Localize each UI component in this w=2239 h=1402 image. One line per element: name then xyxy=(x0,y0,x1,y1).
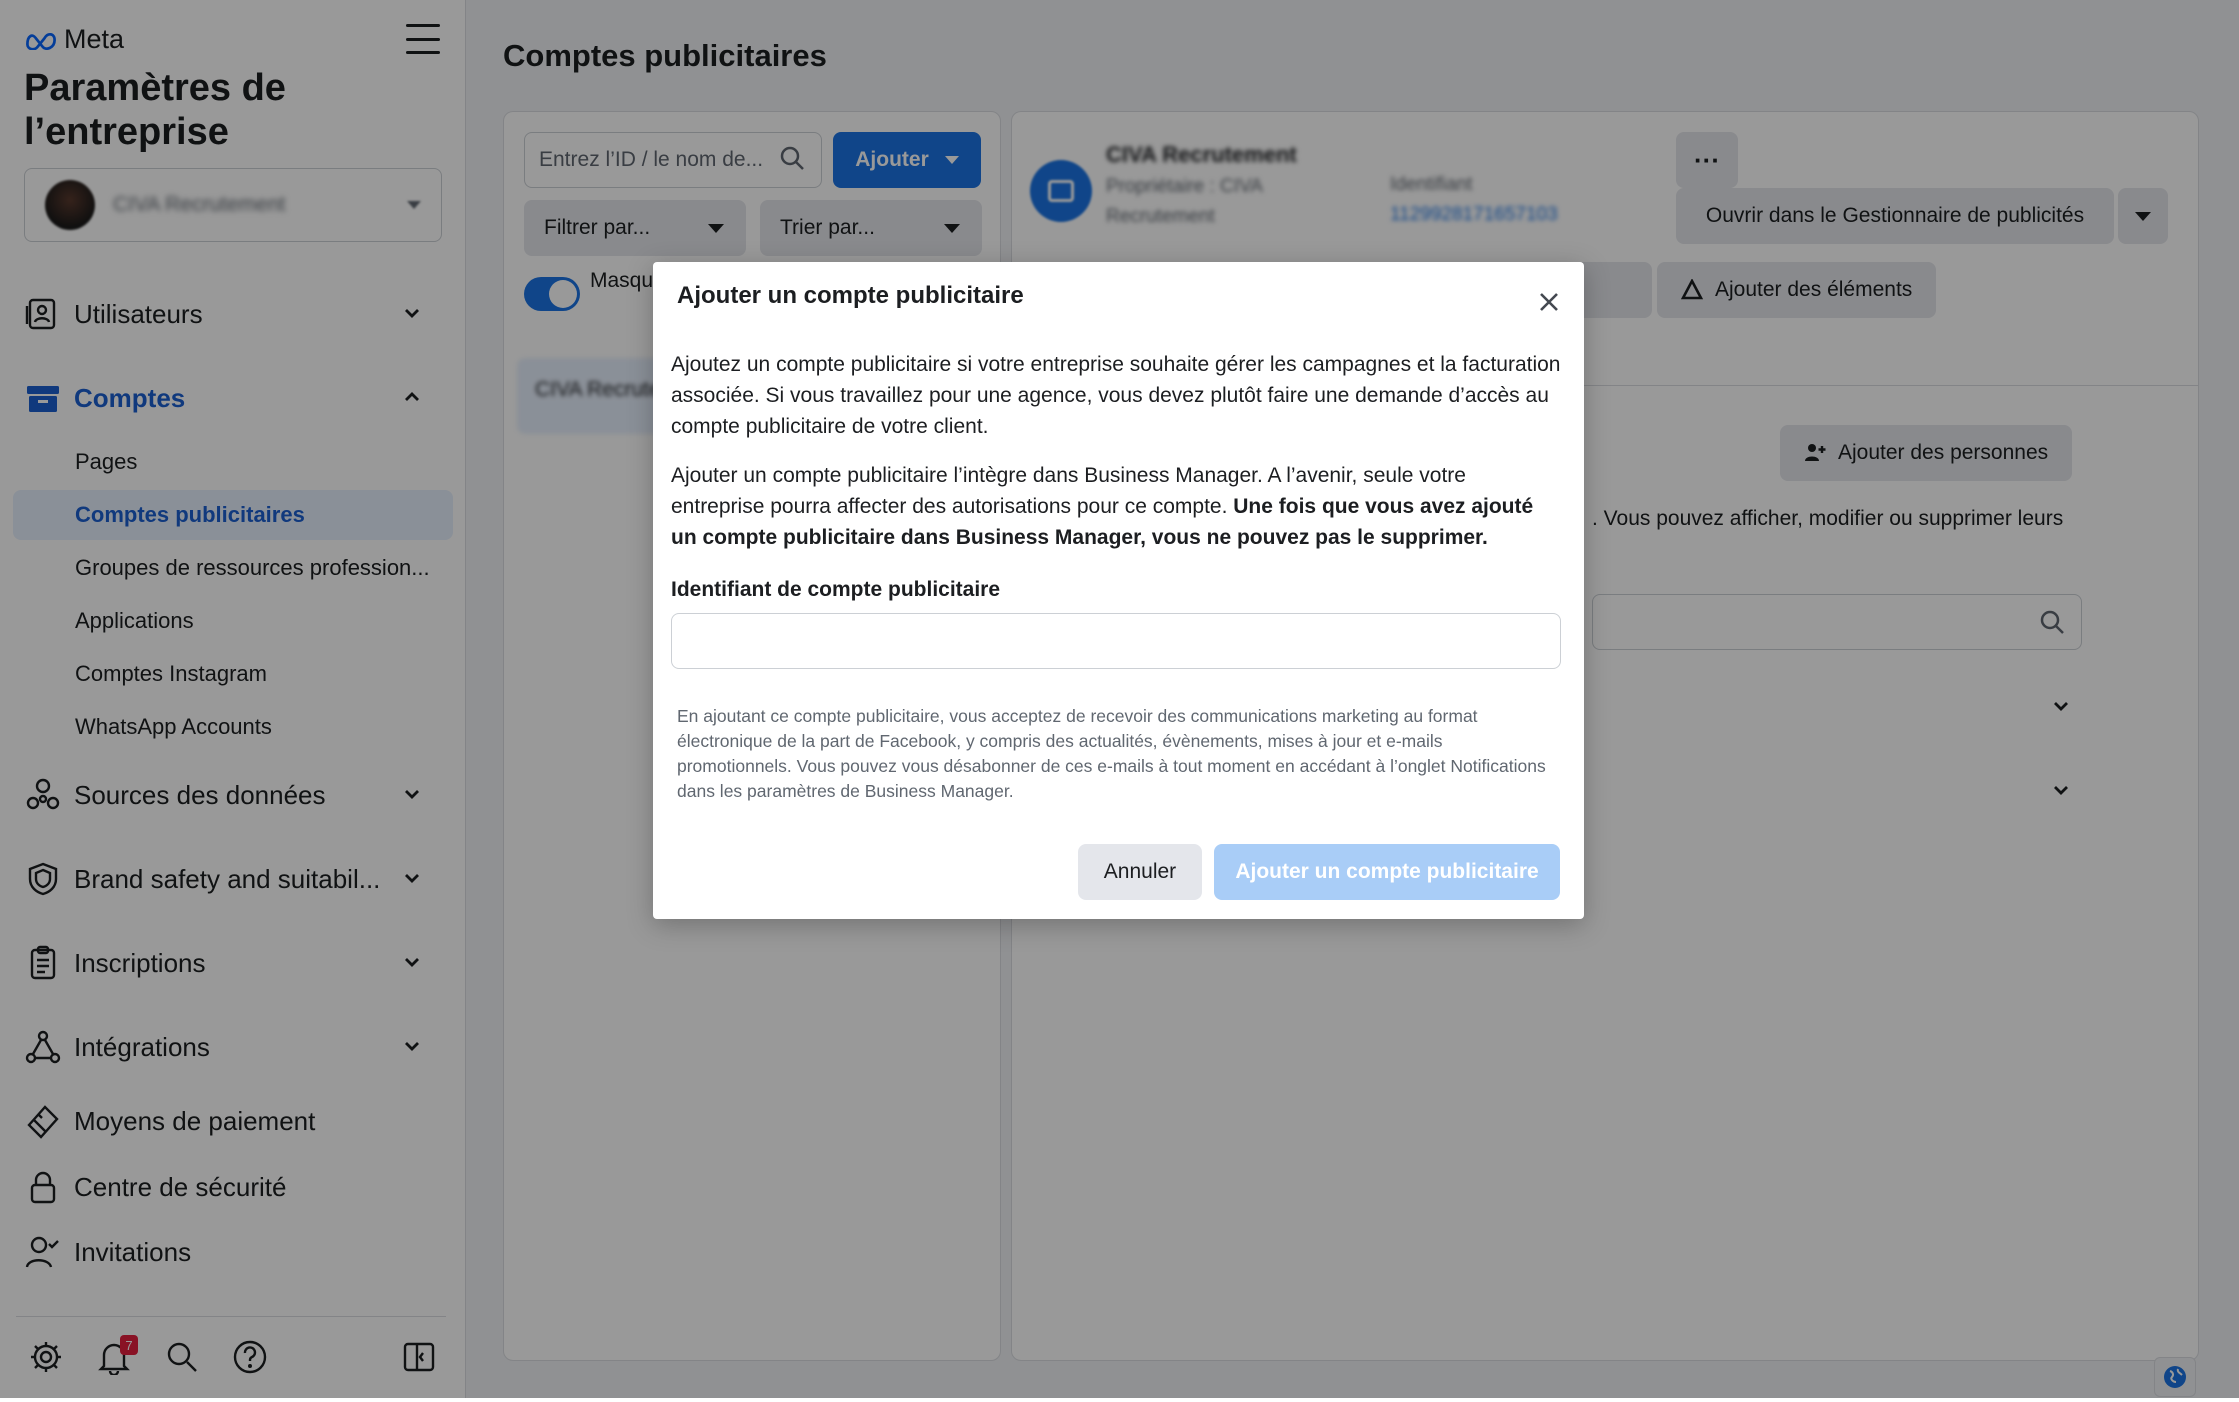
add-ad-account-submit-button[interactable]: Ajouter un compte publicitaire xyxy=(1214,844,1560,900)
ad-account-id-input[interactable] xyxy=(671,613,1561,669)
add-ad-account-dialog: Ajouter un compte publicitaire Ajoutez u… xyxy=(653,262,1584,919)
window-bottom-edge xyxy=(0,1398,2239,1402)
dialog-intro-text: Ajoutez un compte publicitaire si votre … xyxy=(671,353,1561,438)
marketing-consent-text: En ajoutant ce compte publicitaire, vous… xyxy=(677,706,1546,801)
close-icon[interactable] xyxy=(1533,286,1565,318)
dialog-warning-text: Ajouter un compte publicitaire l’intègre… xyxy=(671,460,1561,553)
cancel-button[interactable]: Annuler xyxy=(1078,844,1202,900)
dialog-title: Ajouter un compte publicitaire xyxy=(677,282,1024,309)
ad-account-id-label: Identifiant de compte publicitaire xyxy=(671,578,1001,601)
